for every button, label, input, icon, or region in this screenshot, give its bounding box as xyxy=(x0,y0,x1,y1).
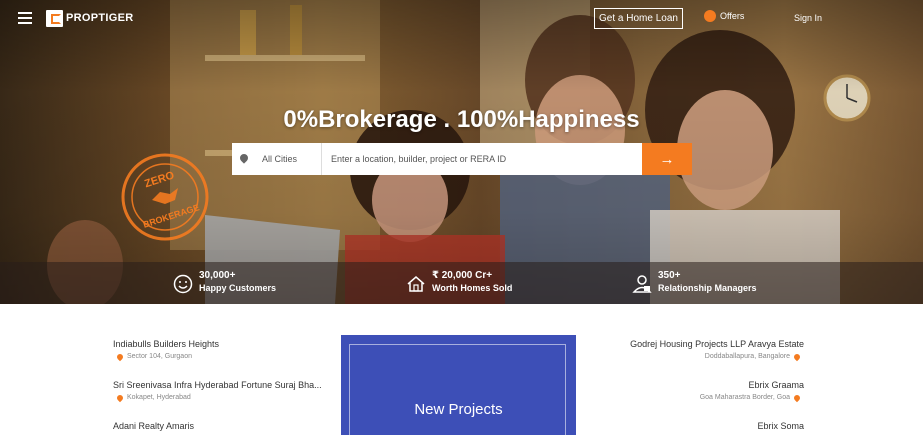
project-name: Indiabulls Builders Heights xyxy=(113,339,220,349)
logo-text: PROPTIGER xyxy=(66,11,134,24)
stat-label: Relationship Managers xyxy=(658,283,757,293)
offers-icon xyxy=(704,10,716,22)
stat-homes-sold: ₹ 20,000 Cr+ Worth Homes Sold xyxy=(406,269,512,295)
project-location: Goa Maharastra Border, Goa xyxy=(560,392,804,404)
location-pin-icon xyxy=(115,393,125,403)
project-location: Sector 104, Gurgaon xyxy=(113,351,343,363)
list-item[interactable]: Godrej Housing Projects LLP Aravya Estat… xyxy=(560,338,804,363)
home-loan-button[interactable]: Get a Home Loan xyxy=(594,8,683,29)
location-pin-icon xyxy=(240,154,248,164)
sign-in-link[interactable]: Sign In xyxy=(794,13,822,23)
svg-text:ZERO: ZERO xyxy=(143,169,176,190)
logo-mark-icon xyxy=(46,9,63,27)
project-name: Ebrix Soma xyxy=(757,421,804,431)
project-location: Kokapet, Hyderabad xyxy=(113,392,343,404)
menu-icon[interactable] xyxy=(18,12,32,24)
new-projects-title: New Projects xyxy=(414,401,503,418)
arrow-right-icon: → xyxy=(659,150,675,168)
hero-banner: PROPTIGER Get a Home Loan Offers Sign In… xyxy=(0,0,923,304)
offers-label: Offers xyxy=(720,11,745,21)
page: PROPTIGER Get a Home Loan Offers Sign In… xyxy=(0,0,923,435)
list-item[interactable]: Adani Realty Amaris xyxy=(113,420,343,433)
project-name: Sri Sreenivasa Infra Hyderabad Fortune S… xyxy=(113,380,322,390)
zero-brokerage-stamp: ZERO BROKERAGE xyxy=(121,153,209,241)
project-name: Godrej Housing Projects LLP Aravya Estat… xyxy=(630,339,804,349)
manager-icon xyxy=(632,275,652,293)
stats-bar: 30,000+ Happy Customers ₹ 20,000 Cr+ Wor… xyxy=(0,262,923,304)
home-icon xyxy=(407,276,425,292)
smiley-icon xyxy=(173,274,193,294)
location-text: Kokapet, Hyderabad xyxy=(127,394,191,401)
location-text: Goa Maharastra Border, Goa xyxy=(699,394,790,401)
list-item[interactable]: Indiabulls Builders Heights Sector 104, … xyxy=(113,338,343,363)
location-text: Doddaballapura, Bangalore xyxy=(704,353,790,360)
project-name: Ebrix Graama xyxy=(748,380,804,390)
stat-managers: 350+ Relationship Managers xyxy=(632,269,757,295)
stat-label: Worth Homes Sold xyxy=(432,283,513,293)
stat-customers: 30,000+ Happy Customers xyxy=(173,269,276,295)
stat-value: ₹ 20,000 Cr+ xyxy=(432,270,493,281)
location-pin-icon xyxy=(792,352,802,362)
search-input[interactable] xyxy=(322,143,642,175)
list-item[interactable]: Ebrix Soma xyxy=(560,420,804,433)
search-button[interactable]: → xyxy=(642,143,692,175)
offers-link[interactable]: Offers xyxy=(704,10,744,22)
hero-headline: 0%Brokerage . 100%Happiness xyxy=(283,106,640,133)
list-item[interactable]: Sri Sreenivasa Infra Hyderabad Fortune S… xyxy=(113,379,343,404)
list-item[interactable]: Ebrix Graama Goa Maharastra Border, Goa xyxy=(560,379,804,404)
location-pin-icon xyxy=(115,352,125,362)
city-selector[interactable]: All Cities xyxy=(232,143,322,175)
right-project-list: Godrej Housing Projects LLP Aravya Estat… xyxy=(560,338,804,435)
left-project-list: Indiabulls Builders Heights Sector 104, … xyxy=(113,338,343,435)
stat-value: 350+ xyxy=(658,270,681,281)
city-label: All Cities xyxy=(262,154,298,164)
stat-value: 30,000+ xyxy=(199,270,236,281)
search-bar: All Cities → xyxy=(232,143,692,175)
location-text: Sector 104, Gurgaon xyxy=(127,353,192,360)
new-projects-card[interactable]: New Projects xyxy=(341,335,576,435)
project-name: Adani Realty Amaris xyxy=(113,421,195,431)
location-pin-icon xyxy=(792,393,802,403)
project-location: Doddaballapura, Bangalore xyxy=(560,351,804,363)
top-navigation: PROPTIGER Get a Home Loan Offers Sign In xyxy=(0,0,923,38)
logo[interactable]: PROPTIGER xyxy=(46,9,134,27)
stat-label: Happy Customers xyxy=(199,283,277,293)
card-border xyxy=(349,344,566,435)
